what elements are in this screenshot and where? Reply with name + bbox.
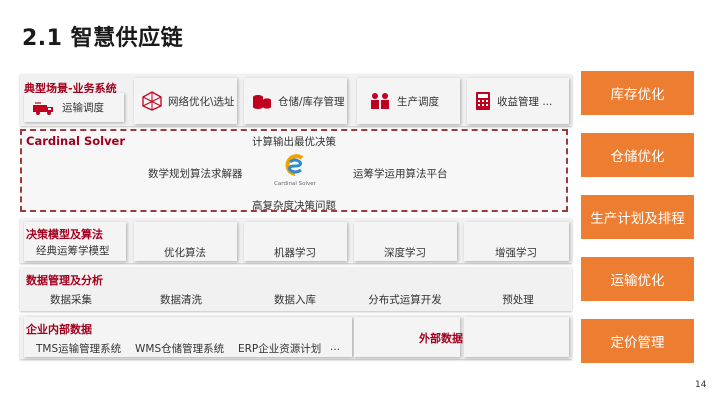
external-data-label: 外部数据 bbox=[419, 332, 463, 345]
scene-revenue[interactable]: 收益管理 ... bbox=[467, 78, 569, 124]
scene-label: 运输调度 bbox=[62, 102, 104, 114]
model-label: 机器学习 bbox=[274, 247, 316, 259]
scene-transport[interactable]: 运输调度 bbox=[24, 93, 124, 122]
scene-label: 收益管理 ... bbox=[497, 95, 553, 108]
internal-item: ERP企业资源计划 bbox=[238, 343, 322, 355]
solver-right-text: 运筹学运用算法平台 bbox=[353, 168, 448, 180]
solver-bottom-text: 高复杂度决策问题 bbox=[252, 200, 336, 212]
warehouse-optimization-button[interactable]: 仓储优化 bbox=[581, 133, 694, 177]
transport-optimization-button[interactable]: 运输优化 bbox=[581, 257, 694, 301]
scene-production[interactable]: 生产调度 bbox=[357, 78, 460, 124]
scene-label: 生产调度 bbox=[397, 95, 439, 108]
page-number: 14 bbox=[695, 380, 707, 390]
models-header: 决策模型及算法 bbox=[26, 228, 103, 241]
internal-header: 企业内部数据 bbox=[26, 323, 92, 336]
calculator-icon bbox=[476, 92, 490, 110]
datamgmt-label: 分布式运算开发 bbox=[368, 294, 442, 306]
datamgmt-label: 数据采集 bbox=[50, 294, 92, 306]
network-icon bbox=[142, 91, 162, 111]
production-scheduling-button[interactable]: 生产计划及排程 bbox=[581, 195, 694, 239]
pricing-management-button[interactable]: 定价管理 bbox=[581, 319, 694, 363]
datamgmt-label: 预处理 bbox=[502, 294, 534, 306]
stack-icon bbox=[253, 95, 271, 109]
cardinal-logo-icon bbox=[285, 154, 304, 176]
scene-label: 仓储/库存管理 bbox=[278, 95, 345, 108]
datamgmt-label: 数据入库 bbox=[274, 294, 316, 306]
truck-icon bbox=[33, 101, 53, 115]
cardinal-solver-logo: Cardinal Solver bbox=[268, 152, 322, 192]
model-label: 优化算法 bbox=[164, 247, 206, 259]
model-label: 深度学习 bbox=[384, 247, 426, 259]
scene-warehouse[interactable]: 仓储/库存管理 bbox=[244, 78, 347, 124]
internal-item: ... bbox=[330, 341, 341, 353]
model-label: 经典运筹学模型 bbox=[36, 245, 110, 257]
solver-left-text: 数学规划算法求解器 bbox=[148, 168, 243, 180]
inventory-optimization-button[interactable]: 库存优化 bbox=[581, 71, 694, 115]
internal-item: WMS仓储管理系统 bbox=[135, 343, 225, 355]
solver-output-text: 计算输出最优决策 bbox=[252, 136, 336, 148]
page-title: 2.1 智慧供应链 bbox=[22, 26, 184, 51]
solver-title: Cardinal Solver bbox=[26, 134, 126, 148]
workers-icon bbox=[371, 93, 389, 109]
internal-item: TMS运输管理系统 bbox=[36, 343, 122, 355]
datamgmt-label: 数据清洗 bbox=[160, 294, 202, 306]
logo-text: Cardinal Solver bbox=[274, 181, 316, 187]
scene-network[interactable]: 网络优化\选址 bbox=[134, 78, 237, 124]
extra-data-cell[interactable] bbox=[464, 317, 569, 357]
scene-label: 网络优化\选址 bbox=[168, 95, 235, 108]
datamgmt-header: 数据管理及分析 bbox=[26, 274, 103, 287]
model-label: 增强学习 bbox=[495, 247, 537, 259]
